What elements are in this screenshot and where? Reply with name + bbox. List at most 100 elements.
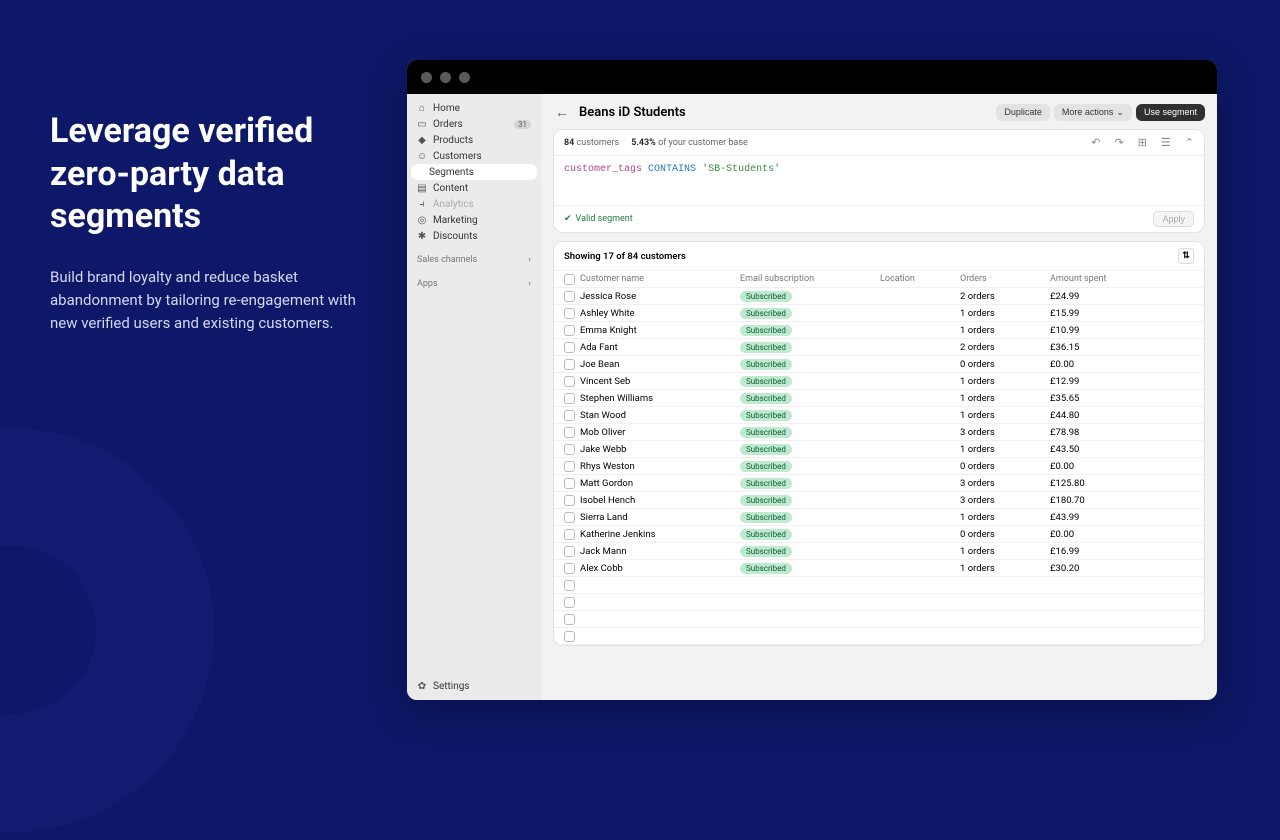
valid-segment-status: ✔ Valid segment [564,214,633,224]
query-card: 84 customers 5.43% of your customer base… [553,129,1205,233]
table-row[interactable]: Sierra LandSubscribed1 orders£43.99 [554,509,1204,526]
row-checkbox[interactable] [564,546,575,557]
row-checkbox[interactable] [564,512,575,523]
window-close-dot[interactable] [421,72,432,83]
row-checkbox[interactable] [564,342,575,353]
bg-logo-shape [0,420,300,840]
table-row[interactable]: Joe BeanSubscribed0 orders£0.00 [554,356,1204,373]
cell-amount: £44.80 [1050,410,1160,421]
row-checkbox[interactable] [564,427,575,438]
table-row[interactable]: Katherine JenkinsSubscribed0 orders£0.00 [554,526,1204,543]
sidebar-item-customers[interactable]: ☺ Customers [411,148,537,164]
row-checkbox[interactable] [564,359,575,370]
more-actions-button[interactable]: More actions⌄ [1054,104,1132,121]
row-checkbox[interactable] [564,325,575,336]
row-checkbox[interactable] [564,563,575,574]
table-row[interactable]: Stan WoodSubscribed1 orders£44.80 [554,407,1204,424]
subscribed-pill: Subscribed [740,427,792,438]
cell-name: Isobel Hench [580,495,740,506]
subscribed-pill: Subscribed [740,546,792,557]
subscribed-pill: Subscribed [740,478,792,489]
chevron-right-icon: › [528,255,531,265]
cell-amount: £30.20 [1050,563,1160,574]
table-row[interactable]: Alex CobbSubscribed1 orders£30.20 [554,560,1204,577]
row-checkbox[interactable] [564,308,575,319]
sidebar-item-orders[interactable]: ▭ Orders 31 [411,116,537,132]
cell-amount: £0.00 [1050,461,1160,472]
col-email: Email subscription [740,274,880,284]
sidebar-item-label: Segments [429,167,474,178]
sidebar-item-label: Settings [433,681,470,692]
select-all-checkbox[interactable] [564,274,575,285]
sidebar-item-analytics[interactable]: ⫞ Analytics [411,196,537,212]
filter-icon[interactable]: ☰ [1161,136,1171,149]
row-checkbox[interactable] [564,614,575,625]
row-checkbox[interactable] [564,461,575,472]
redo-icon[interactable]: ↷ [1114,136,1123,149]
template-icon[interactable]: ⊞ [1138,136,1147,149]
sidebar-item-products[interactable]: ◆ Products [411,132,537,148]
cell-orders: 0 orders [960,359,1050,370]
table-row[interactable]: Ashley WhiteSubscribed1 orders£15.99 [554,305,1204,322]
marketing-panel: Leverage verified zero-party data segmen… [50,110,360,335]
sidebar: ⌂ Home ▭ Orders 31 ◆ Products ☺ Customer… [407,94,541,700]
sidebar-item-content[interactable]: ▤ Content [411,180,537,196]
window-titlebar [407,60,1217,94]
duplicate-button[interactable]: Duplicate [996,104,1050,121]
cell-orders: 0 orders [960,461,1050,472]
table-row[interactable]: Jake WebbSubscribed1 orders£43.50 [554,441,1204,458]
person-icon: ☺ [417,151,427,161]
sidebar-item-marketing[interactable]: ◎ Marketing [411,212,537,228]
marketing-headline: Leverage verified zero-party data segmen… [50,110,360,238]
back-button[interactable]: ← [553,103,571,121]
row-checkbox[interactable] [564,410,575,421]
apply-button[interactable]: Apply [1153,211,1194,227]
cell-amount: £16.99 [1050,546,1160,557]
row-checkbox[interactable] [564,393,575,404]
table-row[interactable]: Ada FantSubscribed2 orders£36.15 [554,339,1204,356]
sidebar-item-settings[interactable]: ✿ Settings [411,678,537,694]
sidebar-section-sales[interactable]: Sales channels › [411,252,537,268]
window-min-dot[interactable] [440,72,451,83]
row-checkbox[interactable] [564,478,575,489]
row-checkbox[interactable] [564,444,575,455]
subscribed-pill: Subscribed [740,325,792,336]
chevron-up-icon[interactable]: ⌃ [1185,136,1194,149]
sort-button[interactable]: ⇅ [1178,248,1194,264]
use-segment-button[interactable]: Use segment [1136,104,1205,121]
query-editor[interactable]: customer_tags CONTAINS 'SB-Students' [554,156,1204,205]
content-icon: ▤ [417,183,427,193]
subscribed-pill: Subscribed [740,461,792,472]
table-row[interactable]: Vincent SebSubscribed1 orders£12.99 [554,373,1204,390]
row-checkbox[interactable] [564,631,575,642]
sidebar-item-home[interactable]: ⌂ Home [411,100,537,116]
row-checkbox[interactable] [564,529,575,540]
table-row[interactable]: Jessica RoseSubscribed2 orders£24.99 [554,288,1204,305]
table-row[interactable]: Rhys WestonSubscribed0 orders£0.00 [554,458,1204,475]
row-checkbox[interactable] [564,495,575,506]
table-row[interactable]: Mob OliverSubscribed3 orders£78.98 [554,424,1204,441]
cell-orders: 1 orders [960,563,1050,574]
table-row-empty [554,577,1204,594]
cell-orders: 1 orders [960,325,1050,336]
row-checkbox[interactable] [564,580,575,591]
cell-amount: £15.99 [1050,308,1160,319]
row-checkbox[interactable] [564,597,575,608]
page-title: Beans iD Students [579,105,686,120]
subscribed-pill: Subscribed [740,529,792,540]
cell-name: Jake Webb [580,444,740,455]
cell-orders: 0 orders [960,529,1050,540]
undo-icon[interactable]: ↶ [1091,136,1100,149]
window-max-dot[interactable] [459,72,470,83]
sidebar-item-discounts[interactable]: ✱ Discounts [411,228,537,244]
sidebar-item-segments[interactable]: Segments [411,164,537,180]
table-row[interactable]: Jack MannSubscribed1 orders£16.99 [554,543,1204,560]
cell-orders: 1 orders [960,512,1050,523]
table-row[interactable]: Emma KnightSubscribed1 orders£10.99 [554,322,1204,339]
sidebar-section-apps[interactable]: Apps › [411,276,537,292]
row-checkbox[interactable] [564,376,575,387]
table-row[interactable]: Matt GordonSubscribed3 orders£125.80 [554,475,1204,492]
table-row[interactable]: Stephen WilliamsSubscribed1 orders£35.65 [554,390,1204,407]
row-checkbox[interactable] [564,291,575,302]
table-row[interactable]: Isobel HenchSubscribed3 orders£180.70 [554,492,1204,509]
